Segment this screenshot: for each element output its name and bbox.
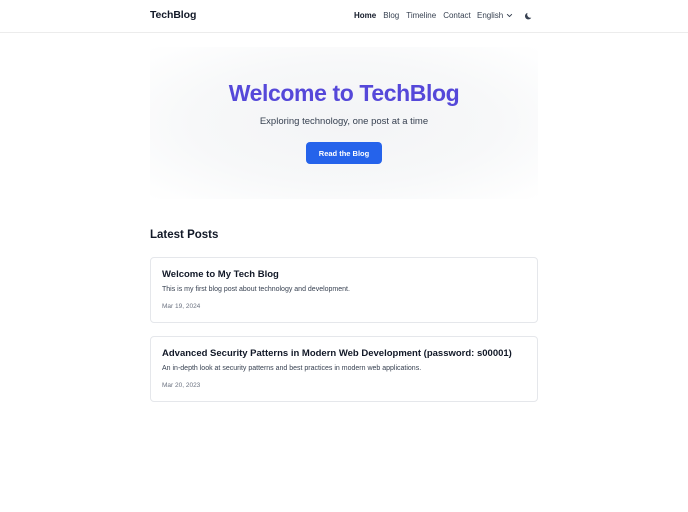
hero-section: Welcome to TechBlog Exploring technology…	[150, 47, 538, 199]
post-title[interactable]: Advanced Security Patterns in Modern Web…	[162, 348, 512, 359]
chevron-down-icon	[507, 13, 513, 18]
post-excerpt: An in-depth look at security patterns an…	[162, 365, 422, 372]
nav-contact[interactable]: Contact	[443, 11, 471, 20]
main-nav: Home Blog Timeline Contact	[354, 11, 471, 20]
site-header: TechBlog Home Blog Timeline Contact Engl…	[0, 0, 688, 33]
nav-timeline[interactable]: Timeline	[406, 11, 436, 20]
language-selector[interactable]: English	[477, 11, 513, 20]
latest-posts-heading: Latest Posts	[150, 229, 219, 241]
post-card[interactable]: Welcome to My Tech Blog This is my first…	[150, 257, 538, 323]
site-logo[interactable]: TechBlog	[150, 9, 196, 21]
language-label: English	[477, 11, 504, 20]
hero-title: Welcome to TechBlog	[228, 80, 460, 106]
post-title[interactable]: Welcome to My Tech Blog	[162, 269, 279, 280]
hero-subtitle: Exploring technology, one post at a time	[259, 116, 429, 127]
post-card[interactable]: Advanced Security Patterns in Modern Web…	[150, 336, 538, 402]
moon-icon[interactable]	[524, 11, 534, 21]
post-date: Mar 19, 2024	[162, 303, 201, 310]
read-blog-button[interactable]: Read the Blog	[306, 142, 382, 164]
nav-blog[interactable]: Blog	[383, 11, 399, 20]
post-date: Mar 20, 2023	[162, 382, 201, 389]
nav-home[interactable]: Home	[354, 11, 376, 20]
post-excerpt: This is my first blog post about technol…	[162, 286, 350, 293]
